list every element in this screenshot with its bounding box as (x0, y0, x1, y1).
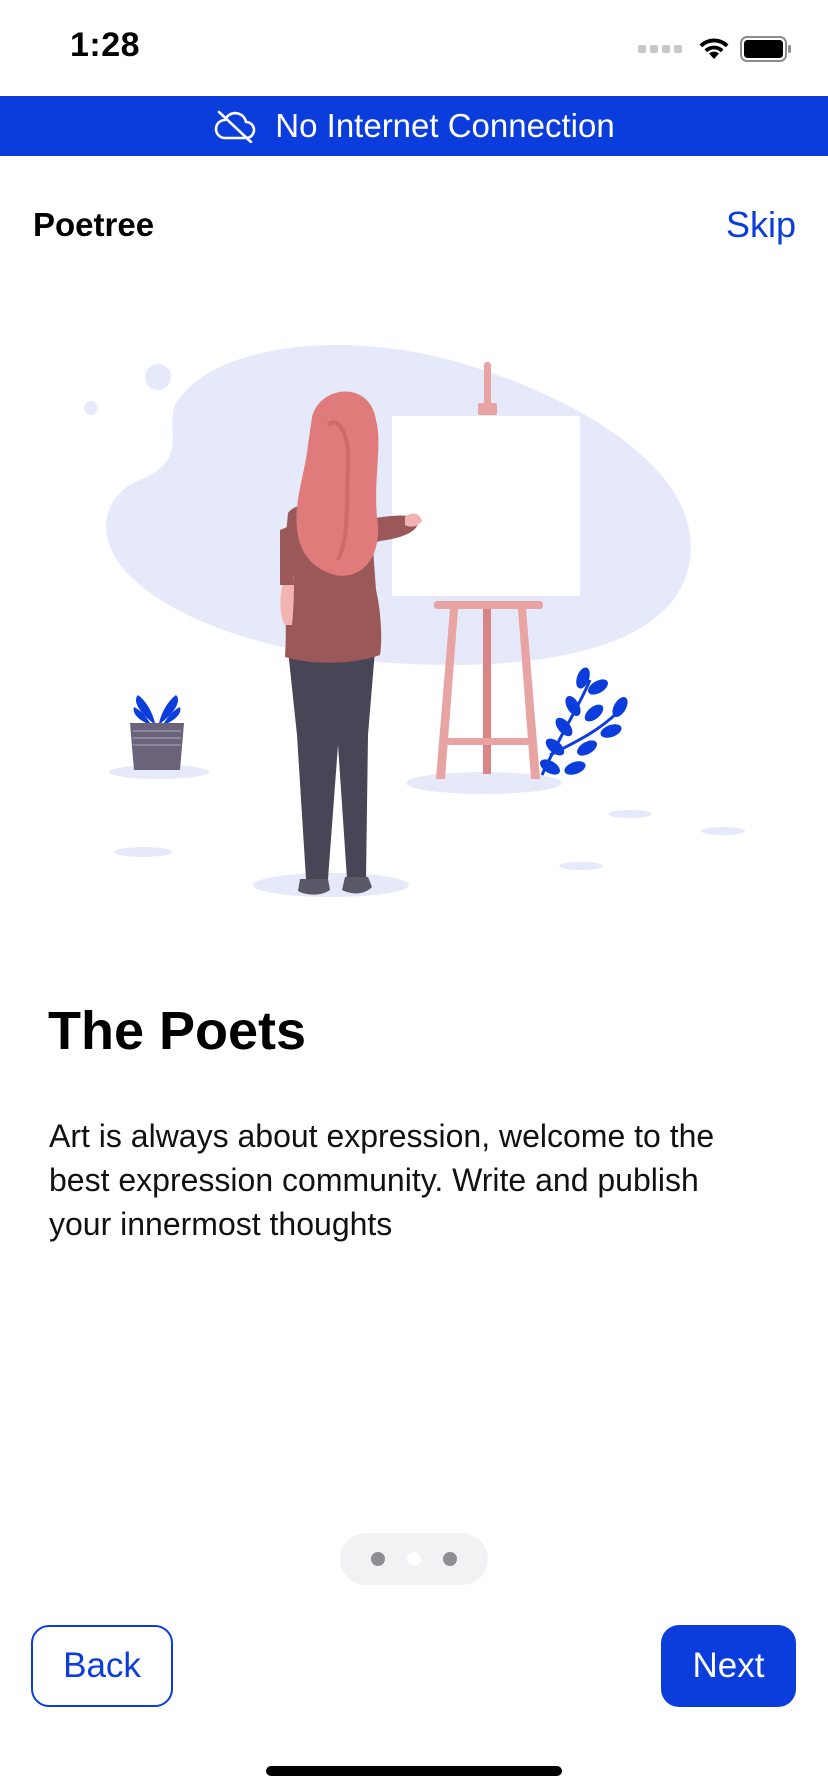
onboarding-description: Art is always about expression, welcome … (49, 1118, 715, 1242)
banner-text: No Internet Connection (275, 107, 615, 144)
wifi-icon (699, 38, 729, 59)
woman-painting-illustration (84, 345, 745, 897)
onboarding-title: The Poets (48, 1001, 307, 1061)
cloud-offline-icon (215, 110, 256, 143)
page-indicator[interactable] (340, 1533, 488, 1585)
page-dot-2-active[interactable] (407, 1552, 421, 1566)
status-time: 1:28 (70, 26, 141, 64)
no-connection-banner: No Internet Connection (0, 96, 828, 156)
battery-icon (740, 36, 791, 62)
header: Poetree Skip (0, 196, 828, 252)
skip-button[interactable]: Skip (726, 204, 796, 246)
next-button[interactable]: Next (661, 1625, 796, 1707)
cellular-signal-icon (638, 45, 682, 53)
app-name: Poetree (33, 206, 155, 243)
back-button[interactable]: Back (31, 1625, 173, 1707)
status-icons (638, 36, 792, 62)
page-dot-1[interactable] (371, 1552, 385, 1566)
page-dot-3[interactable] (443, 1552, 457, 1566)
status-bar: 1:28 (0, 0, 828, 96)
home-indicator (266, 1766, 562, 1776)
onboarding-screen: 1:28 No Internet Connection Poetree Skip… (0, 0, 828, 1792)
